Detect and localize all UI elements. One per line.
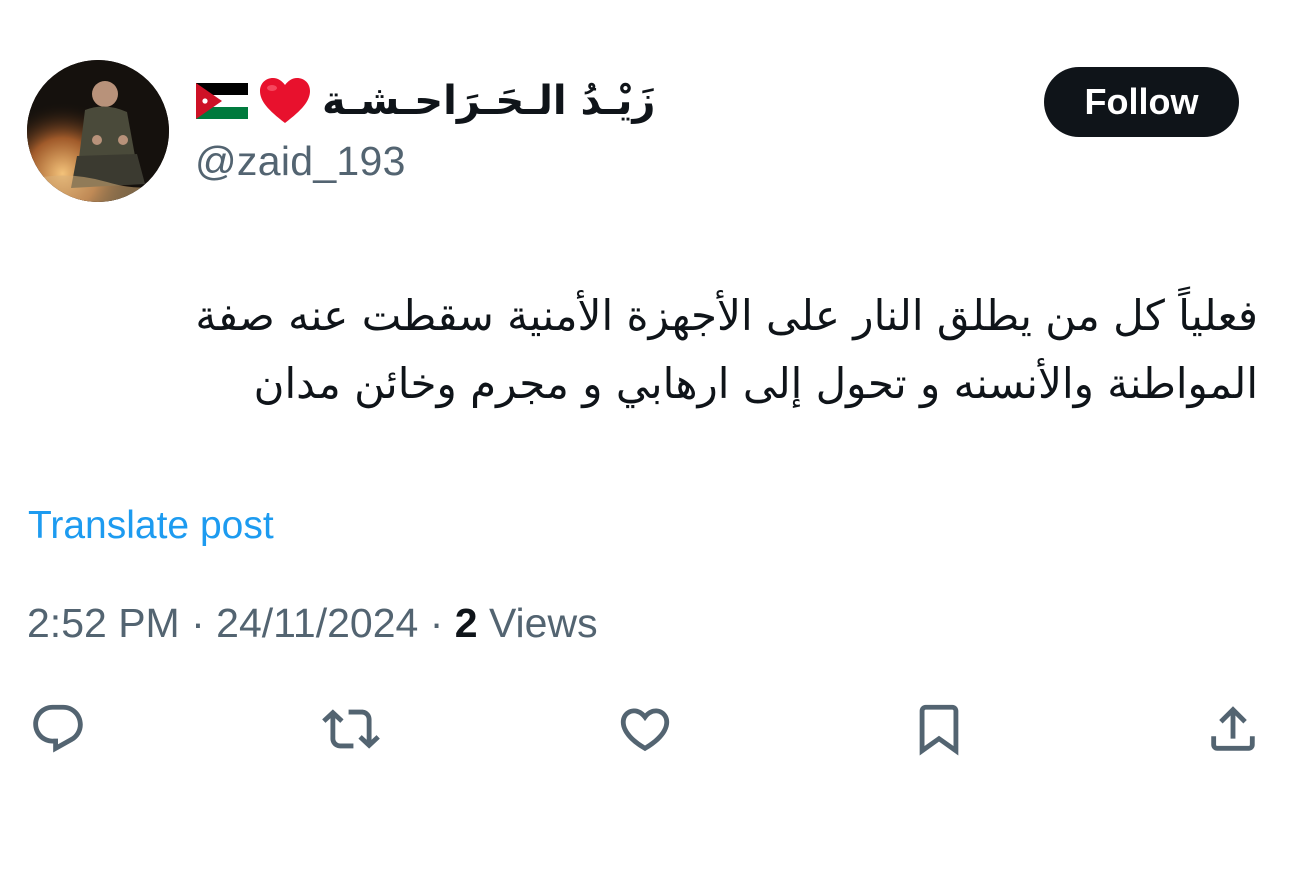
display-name: زَيْـدُ الـحَـرَاحـشـة [322, 78, 656, 124]
jordan-flag-icon [196, 83, 248, 119]
meta-separator: · [418, 600, 455, 646]
reply-button[interactable] [27, 698, 89, 760]
action-bar [0, 698, 1290, 760]
red-heart-icon [260, 78, 310, 123]
display-name-row[interactable]: زَيْـدُ الـحَـرَاحـشـة [196, 68, 655, 134]
post-text-line: المواطنة والأنسنه و تحول إلى ارهابي و مج… [253, 359, 1258, 408]
like-icon [620, 708, 670, 752]
repost-icon [322, 709, 380, 749]
translate-post-link[interactable]: Translate post [28, 504, 274, 548]
follow-button[interactable]: Follow [1044, 67, 1239, 137]
post-time[interactable]: 2:52 PM [27, 600, 180, 646]
post-text: فعلياً كل من يطلق النار على الأجهزة الأم… [28, 282, 1258, 418]
share-icon [1211, 706, 1255, 751]
reply-icon [33, 704, 83, 753]
views-count[interactable]: 2 [455, 600, 478, 646]
bookmark-icon [919, 704, 959, 756]
post-text-line: فعلياً كل من يطلق النار على الأجهزة الأم… [195, 291, 1258, 340]
avatar-photo [27, 60, 169, 202]
meta-separator: · [179, 600, 217, 646]
bookmark-button[interactable] [908, 698, 970, 760]
user-handle[interactable]: @zaid_193 [195, 138, 406, 185]
share-button[interactable] [1202, 698, 1264, 760]
post-meta: 2:52 PM · 24/11/2024 · 2 Views [27, 600, 598, 647]
repost-button[interactable] [320, 698, 382, 760]
post-date[interactable]: 24/11/2024 [216, 600, 418, 646]
like-button[interactable] [614, 698, 676, 760]
views-label: Views [477, 600, 598, 646]
avatar[interactable] [27, 60, 169, 202]
